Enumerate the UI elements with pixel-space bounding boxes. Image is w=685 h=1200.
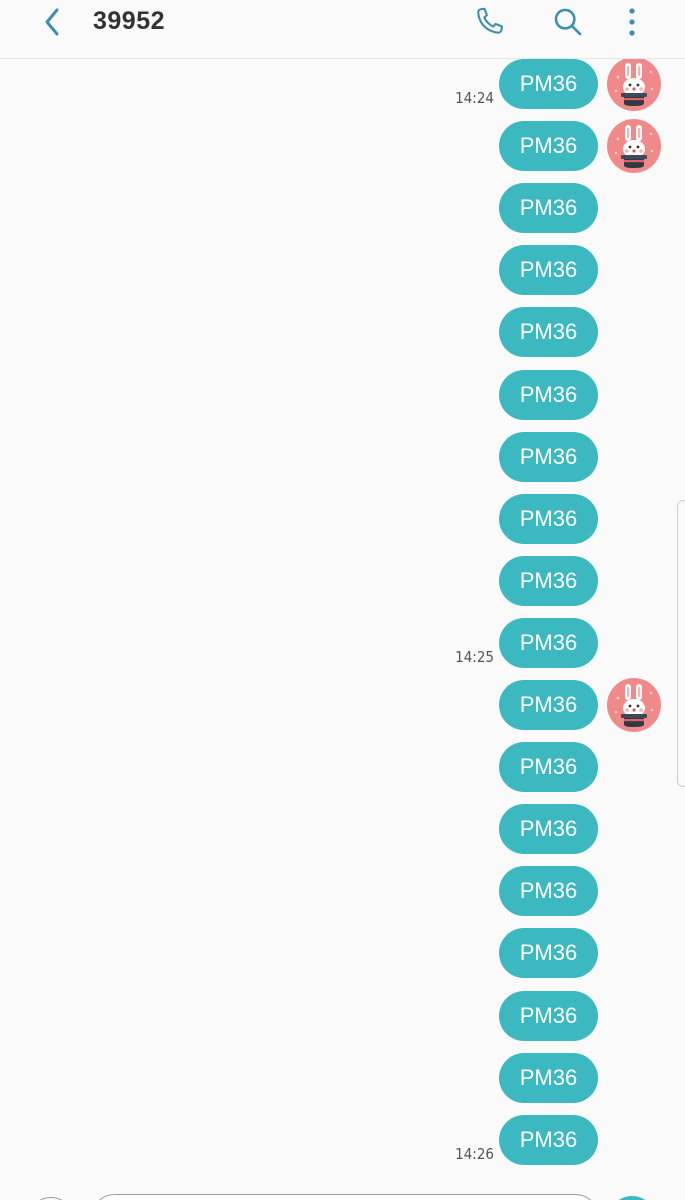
message-list[interactable]: PM36 14:24 PM36 PM36 PM36 PM36 PM36 PM36 PM36 PM3… [0,57,685,1189]
search-icon [554,8,582,36]
message-timestamp: 14:26 [455,1145,494,1163]
message-bubble[interactable]: PM36 [499,183,598,233]
message-bubble[interactable]: PM36 [499,680,598,730]
magician-rabbit-icon[interactable] [607,119,661,173]
composer-bar [0,1180,685,1200]
message-bubble[interactable]: PM36 [499,370,598,420]
message-bubble[interactable]: PM36 [499,618,598,668]
message-timestamp: 14:24 [455,89,494,107]
search-button[interactable] [548,2,588,42]
conversation-title: 39952 [93,7,166,35]
message-bubble[interactable]: PM36 [499,991,598,1041]
message-bubble[interactable]: PM36 [499,804,598,854]
message-bubble[interactable]: PM36 [499,928,598,978]
magician-rabbit-icon[interactable] [607,678,661,732]
scrollbar-handle[interactable] [677,500,685,787]
call-button[interactable] [469,2,509,42]
more-options-button[interactable] [612,2,652,42]
message-bubble[interactable]: PM36 [499,121,598,171]
message-bubble[interactable]: PM36 [499,1115,598,1165]
app-header: 39952 [0,0,685,59]
message-bubble[interactable]: PM36 [499,742,598,792]
message-bubble[interactable]: PM36 [499,1053,598,1103]
back-button[interactable] [34,4,70,40]
phone-icon [477,7,503,34]
message-bubble[interactable]: PM36 [499,59,598,109]
message-bubble[interactable]: PM36 [499,556,598,606]
message-bubble[interactable]: PM36 [499,245,598,295]
message-bubble[interactable]: PM36 [499,432,598,482]
message-bubble[interactable]: PM36 [499,866,598,916]
send-button[interactable] [608,1196,656,1200]
chevron-left-icon [45,8,59,36]
more-vertical-icon [629,8,635,36]
magician-rabbit-icon[interactable] [607,57,661,111]
message-timestamp: 14:25 [455,648,494,666]
message-bubble[interactable]: PM36 [499,307,598,357]
message-bubble[interactable]: PM36 [499,494,598,544]
message-input[interactable] [90,1194,600,1200]
